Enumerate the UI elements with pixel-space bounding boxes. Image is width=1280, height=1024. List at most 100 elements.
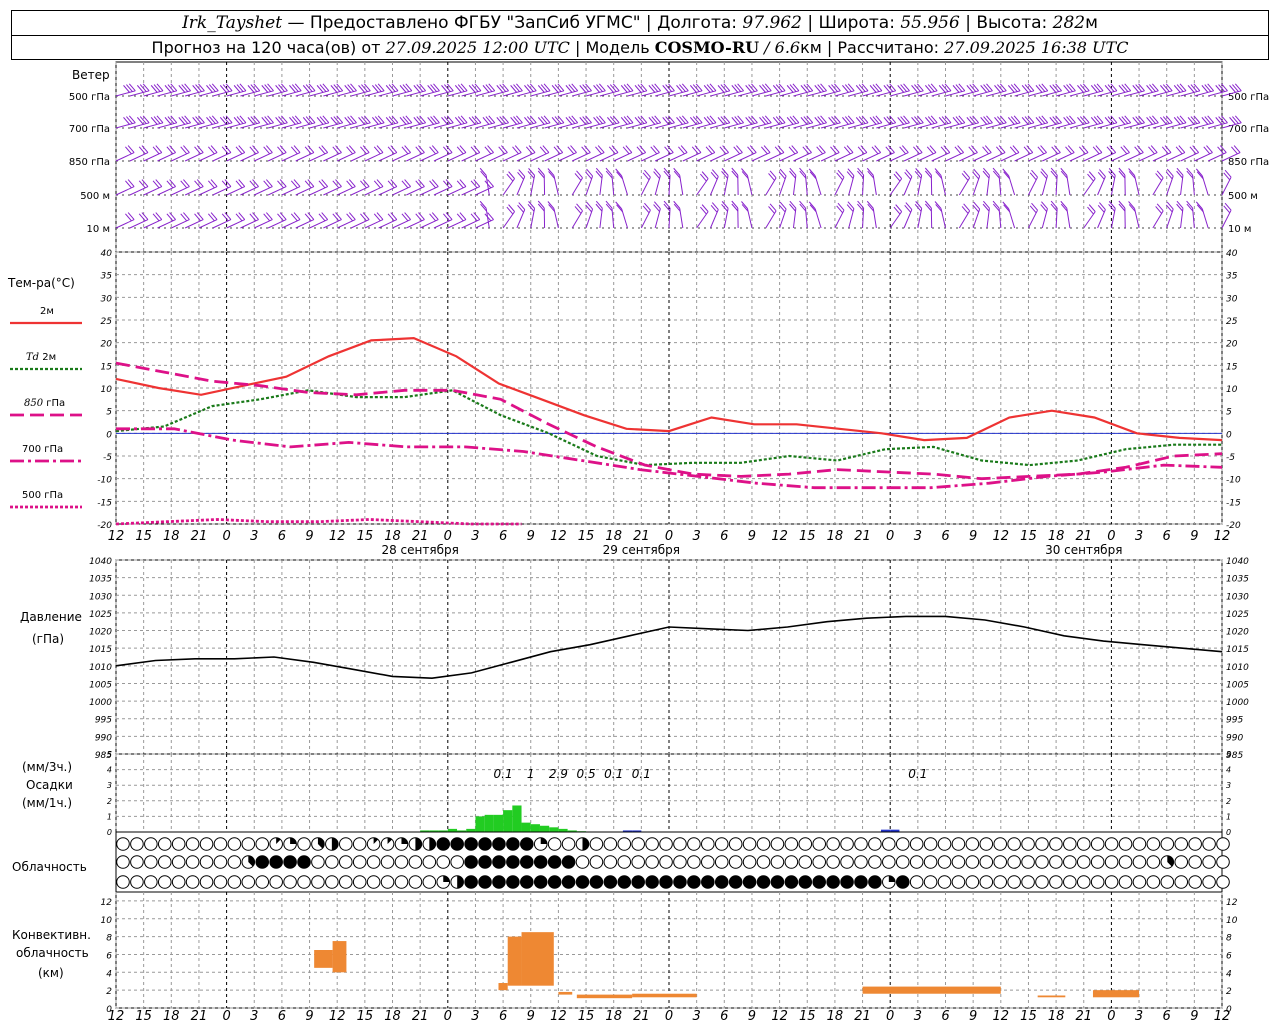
cloud-cover-circle [297,855,311,869]
hour-tick-label: 15 [578,529,595,544]
hour-tick-label: 12 [993,529,1010,544]
cloud-cover-circle [561,875,576,889]
cloud-circle-outline [1188,837,1202,851]
cloud-circle-fill [785,875,798,889]
wind-barb [406,115,427,129]
cloud-cover-circle [854,875,868,889]
cloud-circle-fill [429,837,436,851]
cloud-cover-circle [951,837,966,851]
cloud-cover-circle [1160,875,1175,889]
cloud-circle-fill [478,837,492,851]
wind-barb [737,115,758,129]
wind-barb [710,115,731,129]
wind-barb [1165,168,1174,196]
wind-barb [890,83,910,97]
bottom-hour-tick-label: 3 [250,1009,258,1024]
cloud-circle-outline [213,837,228,851]
cloud-cover-circle [728,875,743,889]
wind-barb-staff [917,208,923,229]
cloud-circle-outline [144,837,158,851]
wind-barb [547,168,559,196]
wind-barb [1194,115,1215,129]
wind-barb-staff [779,208,787,229]
cloud-cover-circle [185,875,200,889]
cloud-circle-outline [923,837,938,851]
wind-barb [527,201,536,229]
wind-barb-staff [779,175,787,196]
hour-tick-label: 21 [854,529,871,544]
wind-barb [640,169,651,196]
cloud-cover-circle [241,837,256,851]
wind-barb-feather [653,168,661,177]
cloud-circle-outline [784,855,799,869]
cloud-circle-outline [338,837,353,851]
wind-barb [751,115,772,129]
temp-tick-right: 20 [1226,340,1238,350]
cloud-cover-circle [144,875,158,889]
cloud-circle-outline [1021,855,1035,869]
cloud-circle-fill [492,855,506,869]
cloud-circle-outline [1132,855,1147,869]
wind-barb [1069,115,1090,129]
wind-barb [1014,115,1035,129]
wind-barb-staff [553,175,559,196]
cloud-cover-circle [1007,855,1021,869]
wind-barb [765,115,786,129]
cloud-cover-circle [659,855,673,869]
cloud-cover-circle [784,837,799,851]
cloud-cover-circle [645,855,659,869]
cloud-circle-outline [171,875,186,889]
temp-tick-right: -15 [1226,498,1241,508]
cloud-circle-outline [645,855,659,869]
cloud-circle-outline [269,875,283,889]
wind-barb [309,115,330,129]
wind-barb [724,83,744,97]
wind-barb [696,204,709,229]
wind-barb-feather [528,168,535,176]
wind-barb-feather [1166,168,1174,177]
cloud-circle-fill [673,875,687,889]
wind-barb-feather [915,201,923,209]
cloud-cover-circle [909,875,924,889]
rain-bar [521,822,531,832]
cloud-circle-outline [394,855,409,869]
cloud-circle-outline [937,837,952,851]
rain-bar [539,825,550,832]
wind-barb [572,115,592,129]
wind-barb [281,83,302,97]
cloud-cover-circle [380,855,395,869]
cloud-circle-outline [157,837,172,851]
wind-barb [547,201,559,229]
cloud-cover-circle [965,837,980,851]
wind-barb-feather [847,201,855,210]
cloud-cover-circle [1090,837,1105,851]
wind-barb [447,83,468,97]
cloud-cover-circle [701,855,715,869]
conv-cloud-bar [576,994,633,999]
wind-barb [1180,115,1201,129]
cloud-circle-outline [241,837,256,851]
wind-barb [420,83,440,97]
cloud-cover-circle [311,855,325,869]
cloud-cover-circle [575,837,590,851]
temp-tick-right: 40 [1226,249,1238,259]
cloud-circle-outline [687,855,701,869]
cloud-circle-fill [645,875,659,889]
cloud-circle-outline [325,855,339,869]
cloud-circle-outline [116,875,130,889]
temp-tick-right: 5 [1226,408,1232,418]
cloud-circle-outline [728,855,743,869]
cloud-cover-circle [951,855,966,869]
cloud-cover-circle [798,837,813,851]
wind-barb [807,115,827,129]
bottom-hour-tick-label: 3 [1135,1009,1143,1024]
wind-barb-feather [905,202,913,210]
wind-barb [613,83,634,97]
temp-tick-left: -15 [97,498,112,508]
wind-barb [1166,115,1187,129]
wind-barb [489,83,509,97]
pressure-tick-left: 1040 [89,557,112,567]
wind-barb-staff [710,209,719,229]
cloud-circle-fill [548,875,561,889]
precip-tick-left: 1 [107,812,112,821]
